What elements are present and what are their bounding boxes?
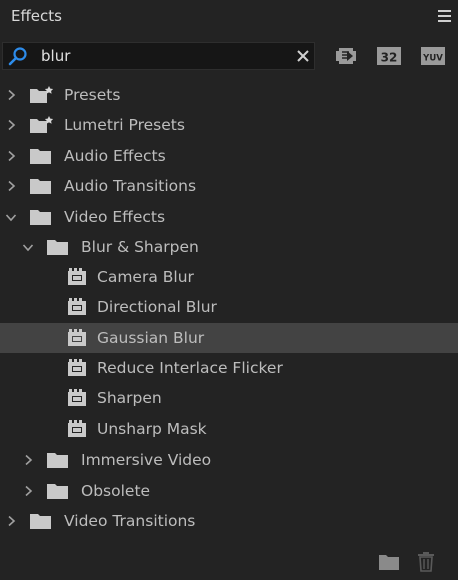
tree-item-audio-transitions[interactable]: Audio Transitions [0, 171, 458, 201]
tree-item-directional-blur[interactable]: Directional Blur [0, 292, 458, 322]
folder-icon [47, 240, 68, 255]
tree-item-label: Video Transitions [64, 512, 196, 530]
tree-item-label: Gaussian Blur [97, 329, 205, 347]
preset-bin-icon [30, 86, 54, 103]
tree-item-presets[interactable]: Presets [0, 80, 458, 110]
folder-icon [47, 453, 68, 468]
tree-item-label: Lumetri Presets [64, 116, 185, 134]
effect-icon [68, 329, 86, 346]
tree-item-label: Unsharp Mask [97, 420, 207, 438]
32-bit-label: 32 [381, 51, 398, 65]
panel-title: Effects [11, 7, 62, 25]
accelerated-effects-icon [336, 48, 356, 64]
folder-icon [30, 210, 51, 225]
chevron-right-icon[interactable] [5, 180, 17, 192]
tree-item-audio-effects[interactable]: Audio Effects [0, 141, 458, 171]
search-input[interactable] [41, 46, 291, 66]
new-bin-icon[interactable] [378, 553, 400, 571]
effect-icon [68, 298, 86, 315]
tree-item-gaussian-blur[interactable]: Gaussian Blur [0, 323, 458, 353]
tree-item-label: Obsolete [81, 482, 151, 500]
trash-icon[interactable] [417, 552, 435, 572]
tree-item-label: Reduce Interlace Flicker [97, 359, 283, 377]
chevron-right-icon[interactable] [5, 150, 17, 162]
yuv-label: YUV [422, 54, 443, 64]
preset-bin-icon [30, 116, 54, 133]
folder-icon [30, 179, 51, 194]
panel-footer [0, 548, 458, 580]
search-row: 32 YUV [0, 40, 458, 72]
tree-item-label: Directional Blur [97, 298, 217, 316]
tree-item-label: Video Effects [64, 208, 166, 226]
folder-icon [30, 514, 51, 529]
tree-item-blur-sharpen[interactable]: Blur & Sharpen [0, 232, 458, 262]
chevron-right-icon[interactable] [22, 485, 34, 497]
folder-icon [47, 484, 68, 499]
tree-item-obsolete[interactable]: Obsolete [0, 476, 458, 506]
tree-item-label: Audio Transitions [64, 177, 197, 195]
tree-item-sharpen[interactable]: Sharpen [0, 383, 458, 413]
tree-item-camera-blur[interactable]: Camera Blur [0, 262, 458, 292]
accelerated-effects-button[interactable] [333, 45, 359, 67]
chevron-down-icon[interactable] [22, 241, 34, 253]
tree-item-label: Presets [64, 86, 121, 104]
effect-icon [68, 420, 86, 437]
yuv-effects-button[interactable]: YUV [420, 45, 446, 67]
tree-item-immersive-video[interactable]: Immersive Video [0, 445, 458, 475]
search-box [2, 42, 315, 70]
tree-item-unsharp-mask[interactable]: Unsharp Mask [0, 414, 458, 444]
chevron-right-icon[interactable] [5, 119, 17, 131]
yuv-effects-icon: YUV [421, 47, 445, 65]
32-bit-color-icon: 32 [377, 47, 401, 65]
tree-item-video-effects[interactable]: Video Effects [0, 202, 458, 232]
chevron-down-icon[interactable] [5, 211, 17, 223]
32-bit-color-button[interactable]: 32 [376, 45, 402, 67]
chevron-right-icon[interactable] [5, 515, 17, 527]
panel-menu-icon[interactable] [438, 10, 451, 22]
tree-item-label: Sharpen [97, 389, 162, 407]
clear-search-icon[interactable] [296, 49, 310, 63]
tree-item-label: Blur & Sharpen [81, 238, 199, 256]
tree-item-reduce-interlace-flicker[interactable]: Reduce Interlace Flicker [0, 353, 458, 383]
tree-item-label: Audio Effects [64, 147, 166, 165]
effect-icon [68, 268, 86, 285]
tree-item-lumetri-presets[interactable]: Lumetri Presets [0, 110, 458, 140]
tree-item-video-transitions[interactable]: Video Transitions [0, 506, 458, 536]
chevron-right-icon[interactable] [22, 454, 34, 466]
effect-icon [68, 359, 86, 376]
effect-icon [68, 389, 86, 406]
search-icon[interactable] [7, 46, 29, 68]
chevron-right-icon[interactable] [5, 89, 17, 101]
tree-item-label: Camera Blur [97, 268, 194, 286]
tree-item-label: Immersive Video [81, 451, 212, 469]
folder-icon [30, 149, 51, 164]
panel-header: Effects [0, 0, 458, 32]
